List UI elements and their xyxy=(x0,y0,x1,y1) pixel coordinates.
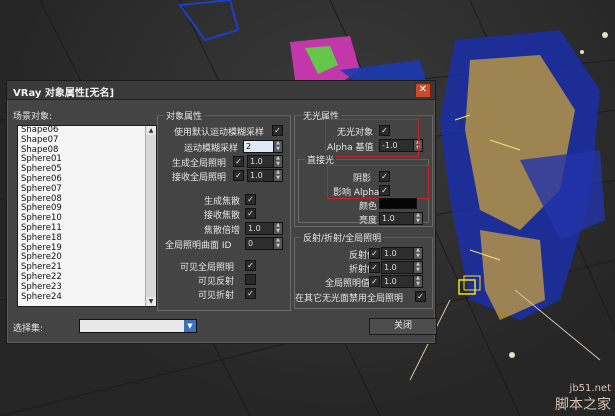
scene-objects-label: 场景对象: xyxy=(13,112,53,122)
spinner-arrows-icon[interactable]: ▲ ▼ xyxy=(273,169,282,181)
color-label: 颜色 xyxy=(359,202,378,212)
motion-blur-samples-value: 2 xyxy=(246,142,252,151)
reflection-amount-spinner[interactable]: 1.0 ▲ ▼ xyxy=(381,247,423,260)
object-properties-title: 对象属性 xyxy=(164,109,205,122)
spinner-arrows-icon[interactable]: ▲ ▼ xyxy=(273,222,282,234)
visible-to-gi-checkbox[interactable]: ✓ xyxy=(245,260,256,271)
scroll-down-icon[interactable]: ▼ xyxy=(146,297,156,306)
watermark-url: jb51.net xyxy=(569,383,611,394)
refraction-amount-checkbox[interactable]: ✓ xyxy=(369,262,380,273)
generate-gi-checkbox[interactable]: ✓ xyxy=(233,156,244,167)
gi-surface-id-value: 0 xyxy=(248,239,254,248)
close-button[interactable]: 关闭 xyxy=(369,318,437,335)
receive-gi-spinner[interactable]: 1.0 ▲ ▼ xyxy=(247,169,283,182)
refl-refr-gi-title: 反射/折射/全局照明 xyxy=(301,231,384,244)
motion-blur-samples-spinner[interactable]: 2 ▲ ▼ xyxy=(243,140,283,153)
refraction-amount-spinner[interactable]: 1.0 ▲ ▼ xyxy=(381,261,423,274)
gi-surface-id-spinner[interactable]: 0 ▲ ▼ xyxy=(245,237,283,250)
generate-caustics-checkbox[interactable]: ✓ xyxy=(245,194,256,205)
chevron-down-icon[interactable]: ▼ xyxy=(184,320,196,332)
use-default-motion-blur-checkbox[interactable]: ✓ xyxy=(272,125,283,136)
spinner-arrows-icon[interactable]: ▲ ▼ xyxy=(413,247,422,259)
spinner-arrows-icon[interactable]: ▲ ▼ xyxy=(273,140,282,152)
receive-gi-label: 接收全局照明 xyxy=(172,173,227,183)
dialog-titlebar[interactable]: VRay 对象属性[无名] ✕ xyxy=(7,81,435,100)
list-item[interactable]: Sphere24 xyxy=(18,292,156,303)
highlight-box-direct-light xyxy=(327,165,429,199)
caustics-multiplier-spinner[interactable]: 1.0 ▲ ▼ xyxy=(245,222,283,235)
gi-amount-checkbox[interactable]: ✓ xyxy=(369,276,380,287)
watermark-site-name: 脚本之家 xyxy=(555,397,611,413)
refraction-amount-value: 1.0 xyxy=(384,263,397,272)
brightness-spinner[interactable]: 1.0 ▲ ▼ xyxy=(379,212,423,225)
vray-object-properties-dialog: VRay 对象属性[无名] ✕ 场景对象: Shape06 Shape07 Shap… xyxy=(6,80,437,344)
visible-in-refractions-label: 可见折射 xyxy=(198,291,235,301)
motion-blur-samples-label: 运动模糊采样 xyxy=(184,144,239,154)
gi-amount-spinner[interactable]: 1.0 ▲ ▼ xyxy=(381,275,423,288)
highlight-box-matte xyxy=(325,119,419,157)
selection-set-label: 选择集: xyxy=(13,324,44,334)
spinner-arrows-icon[interactable]: ▲ ▼ xyxy=(413,275,422,287)
generate-caustics-label: 生成焦散 xyxy=(204,197,241,207)
visible-in-reflections-label: 可见反射 xyxy=(198,277,235,287)
receive-caustics-checkbox[interactable]: ✓ xyxy=(245,208,256,219)
brightness-value: 1.0 xyxy=(382,214,395,223)
close-icon[interactable]: ✕ xyxy=(415,83,431,98)
spinner-arrows-icon[interactable]: ▲ ▼ xyxy=(273,237,282,249)
dialog-title: VRay 对象属性[无名] xyxy=(13,88,115,99)
generate-gi-spinner[interactable]: 1.0 ▲ ▼ xyxy=(247,155,283,168)
visible-in-reflections-checkbox[interactable] xyxy=(245,274,256,285)
receive-gi-checkbox[interactable]: ✓ xyxy=(233,170,244,181)
caustics-multiplier-label: 焦散倍增 xyxy=(204,226,241,236)
spinner-arrows-icon[interactable]: ▲ ▼ xyxy=(273,155,282,167)
gi-amount-label: 全局照明值 xyxy=(325,279,371,289)
watermark: jb51.net 脚本之家 xyxy=(555,383,611,414)
brightness-label: 亮度 xyxy=(359,216,378,226)
no-gi-other-mattes-checkbox[interactable]: ✓ xyxy=(415,291,426,302)
selection-set-dropdown[interactable]: ▼ xyxy=(79,319,197,333)
receive-caustics-label: 接收焦散 xyxy=(204,211,241,221)
scene-objects-list[interactable]: Shape06 Shape07 Shape08 Sphere01 Sphere05 Sph… xyxy=(17,125,157,307)
matte-color-swatch[interactable] xyxy=(379,198,417,209)
reflection-amount-value: 1.0 xyxy=(384,249,397,258)
visible-in-refractions-checkbox[interactable]: ✓ xyxy=(245,288,256,299)
generate-gi-label: 生成全局照明 xyxy=(172,159,227,169)
use-default-motion-blur-label: 使用默认运动模糊采样 xyxy=(174,128,265,138)
generate-gi-value: 1.0 xyxy=(250,157,263,166)
scroll-up-icon[interactable]: ▲ xyxy=(146,126,156,135)
spinner-arrows-icon[interactable]: ▲ ▼ xyxy=(413,212,422,224)
no-gi-other-mattes-label: 在其它无光面禁用全局照明 xyxy=(295,294,404,304)
receive-gi-value: 1.0 xyxy=(250,171,263,180)
list-scrollbar[interactable]: ▲ ▼ xyxy=(145,126,156,306)
spinner-arrows-icon[interactable]: ▲ ▼ xyxy=(413,261,422,273)
reflection-amount-checkbox[interactable]: ✓ xyxy=(369,248,380,259)
caustics-multiplier-value: 1.0 xyxy=(248,224,261,233)
gi-surface-id-label: 全局照明曲面 ID xyxy=(165,241,232,251)
gi-amount-value: 1.0 xyxy=(384,277,397,286)
visible-to-gi-label: 可见全局照明 xyxy=(180,263,235,273)
